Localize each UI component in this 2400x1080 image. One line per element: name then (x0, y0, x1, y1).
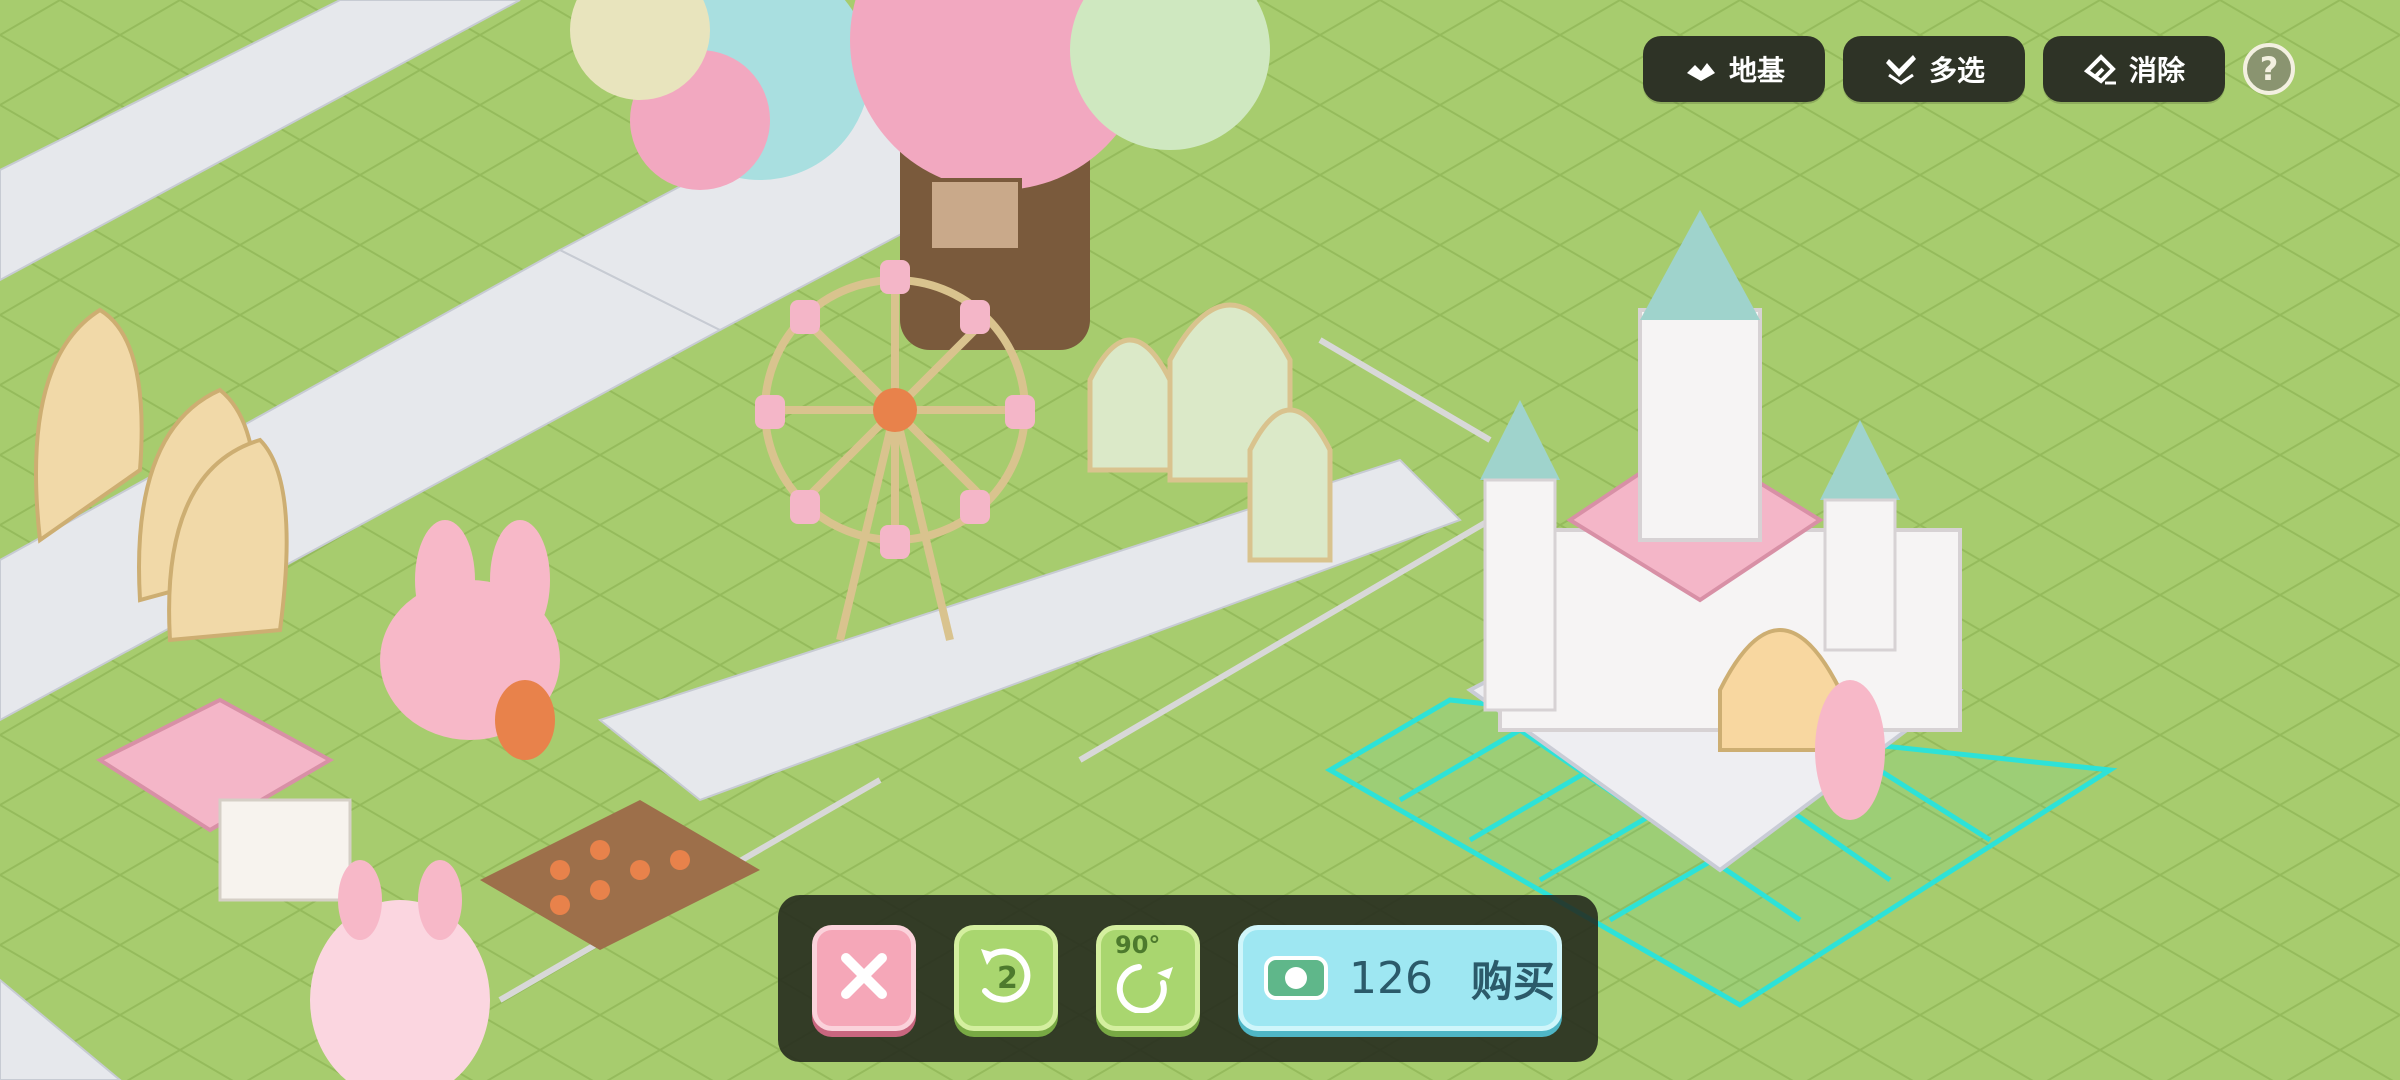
foundation-label: 地基 (1728, 54, 1785, 87)
foundation-icon (1683, 51, 1719, 87)
cancel-button[interactable] (812, 925, 916, 1031)
coin-icon (1263, 955, 1329, 1001)
rotate-label: 90° (1115, 931, 1161, 959)
multiselect-button[interactable]: 多选 (1843, 36, 2025, 102)
top-toolbar: 地基 多选 消除 ? (1643, 36, 2295, 102)
multiselect-icon (1883, 51, 1919, 87)
undo-count: 2 (997, 961, 1018, 996)
buy-label: 购买 (1470, 956, 1555, 1006)
placement-action-bar: 2 90° 126 购买 (778, 895, 1598, 1062)
rotate-icon: 90° (1113, 931, 1183, 1013)
price-value: 126 (1349, 952, 1433, 1004)
foundation-button[interactable]: 地基 (1643, 36, 1825, 102)
undo-button[interactable]: 2 (954, 925, 1058, 1031)
eraser-icon (2083, 51, 2119, 87)
multiselect-label: 多选 (1928, 54, 1985, 87)
buy-button[interactable]: 126 购买 (1238, 925, 1562, 1031)
erase-button[interactable]: 消除 (2043, 36, 2225, 102)
help-icon[interactable]: ? (2243, 43, 2295, 95)
close-icon (834, 946, 894, 1010)
rotate-button[interactable]: 90° (1096, 925, 1200, 1031)
undo-icon: 2 (971, 943, 1041, 1013)
erase-label: 消除 (2128, 54, 2185, 87)
